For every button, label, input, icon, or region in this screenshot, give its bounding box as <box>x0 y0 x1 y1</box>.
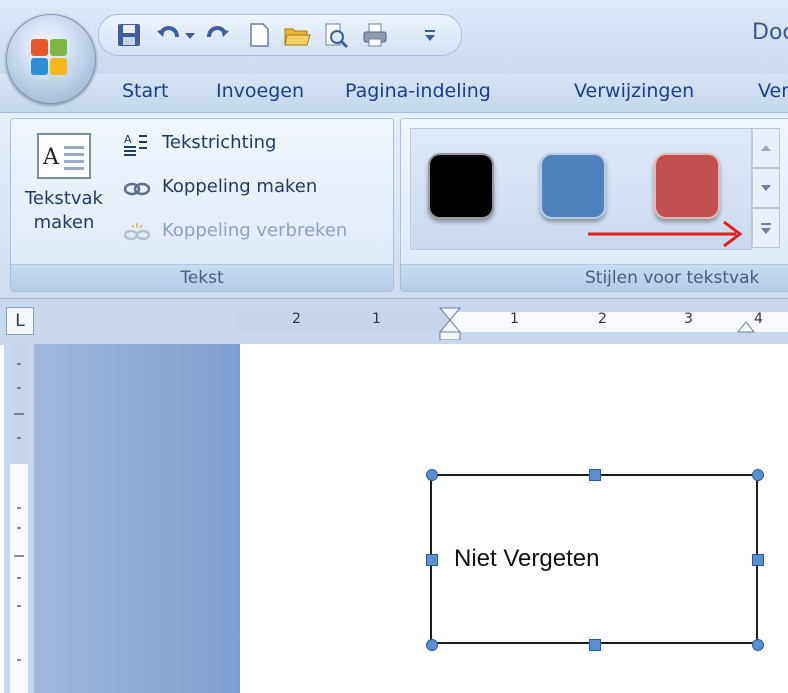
link-icon <box>124 182 150 196</box>
customize-toolbar-icon[interactable] <box>421 21 439 49</box>
gallery-more-button[interactable] <box>752 208 780 248</box>
style-swatch-black[interactable] <box>428 153 494 219</box>
svg-text:A: A <box>124 133 132 146</box>
svg-text:A: A <box>42 145 60 170</box>
textbox-icon: A <box>37 133 91 179</box>
gallery-scroll <box>752 128 780 248</box>
ruler-tick-label: 1 <box>510 311 519 327</box>
open-folder-icon[interactable] <box>283 21 311 49</box>
resize-handle-top-left[interactable] <box>426 469 438 481</box>
textbox-button-line2: maken <box>33 212 95 233</box>
tab-verwijzingen[interactable]: Verwijzingen <box>574 80 694 102</box>
resize-handle-bottom-left[interactable] <box>426 639 438 651</box>
textbox-button-line1: Tekstvak <box>25 188 103 209</box>
text-box-content[interactable]: Niet Vergeten <box>454 545 599 573</box>
ruler-tick-label: 3 <box>684 311 693 327</box>
style-swatch-blue[interactable] <box>540 153 606 219</box>
break-link-button: Koppeling verbreken <box>124 220 386 246</box>
resize-handle-right[interactable] <box>752 554 764 566</box>
ruler-tick-label: 1 <box>372 311 381 327</box>
print-icon[interactable] <box>361 21 389 49</box>
text-direction-icon: A <box>124 133 147 156</box>
text-direction-label: Tekstrichting <box>162 132 277 153</box>
textbox-styles-label: Stijlen voor tekstvak <box>401 264 788 291</box>
ruler-tick-label: 2 <box>292 311 301 327</box>
chevron-down-icon <box>761 185 771 191</box>
style-swatch-red[interactable] <box>654 153 720 219</box>
tab-pagina-indeling[interactable]: Pagina-indeling <box>345 80 491 102</box>
vertical-ruler[interactable] <box>4 344 34 693</box>
redo-icon[interactable] <box>203 21 231 49</box>
gallery-scroll-down-button[interactable] <box>752 168 780 208</box>
chevron-up-icon <box>761 145 771 151</box>
red-arrow-annotation <box>588 220 743 248</box>
print-preview-icon[interactable] <box>321 21 349 49</box>
office-button[interactable] <box>6 14 96 104</box>
ruler-labels: 2 1 1 2 3 4 <box>238 307 788 340</box>
tab-start[interactable]: Start <box>122 80 168 102</box>
resize-handle-left[interactable] <box>426 554 438 566</box>
new-document-icon[interactable] <box>245 21 273 49</box>
undo-icon[interactable] <box>155 21 183 49</box>
right-indent-marker-icon[interactable] <box>736 318 756 334</box>
textbox-create-button[interactable]: A Tekstvak maken <box>14 126 114 256</box>
expand-gallery-icon <box>761 223 771 234</box>
create-link-button[interactable]: Koppeling maken <box>124 176 384 202</box>
tab-verzendlijsten[interactable]: Ver <box>758 80 788 102</box>
resize-handle-bottom-right[interactable] <box>752 639 764 651</box>
office-logo-icon <box>31 39 67 75</box>
broken-link-icon <box>124 223 150 241</box>
resize-handle-top[interactable] <box>589 469 601 481</box>
undo-dropdown-icon[interactable] <box>183 21 197 49</box>
resize-handle-bottom[interactable] <box>589 639 601 651</box>
break-link-label: Koppeling verbreken <box>162 220 348 241</box>
create-link-label: Koppeling maken <box>162 176 318 197</box>
tekst-group-label: Tekst <box>11 264 393 291</box>
gallery-scroll-up-button[interactable] <box>752 128 780 168</box>
save-icon[interactable] <box>115 21 143 49</box>
quick-access-toolbar <box>98 14 462 56</box>
window-title: Doc <box>752 20 788 45</box>
tab-selector-button[interactable]: L <box>6 307 34 335</box>
indent-marker-icon[interactable] <box>438 306 462 340</box>
resize-handle-top-right[interactable] <box>752 469 764 481</box>
page-margin-background <box>34 344 240 693</box>
tab-invoegen[interactable]: Invoegen <box>216 80 304 102</box>
text-direction-button[interactable]: A Tekstrichting <box>124 132 384 158</box>
ruler-tick-label: 2 <box>598 311 607 327</box>
